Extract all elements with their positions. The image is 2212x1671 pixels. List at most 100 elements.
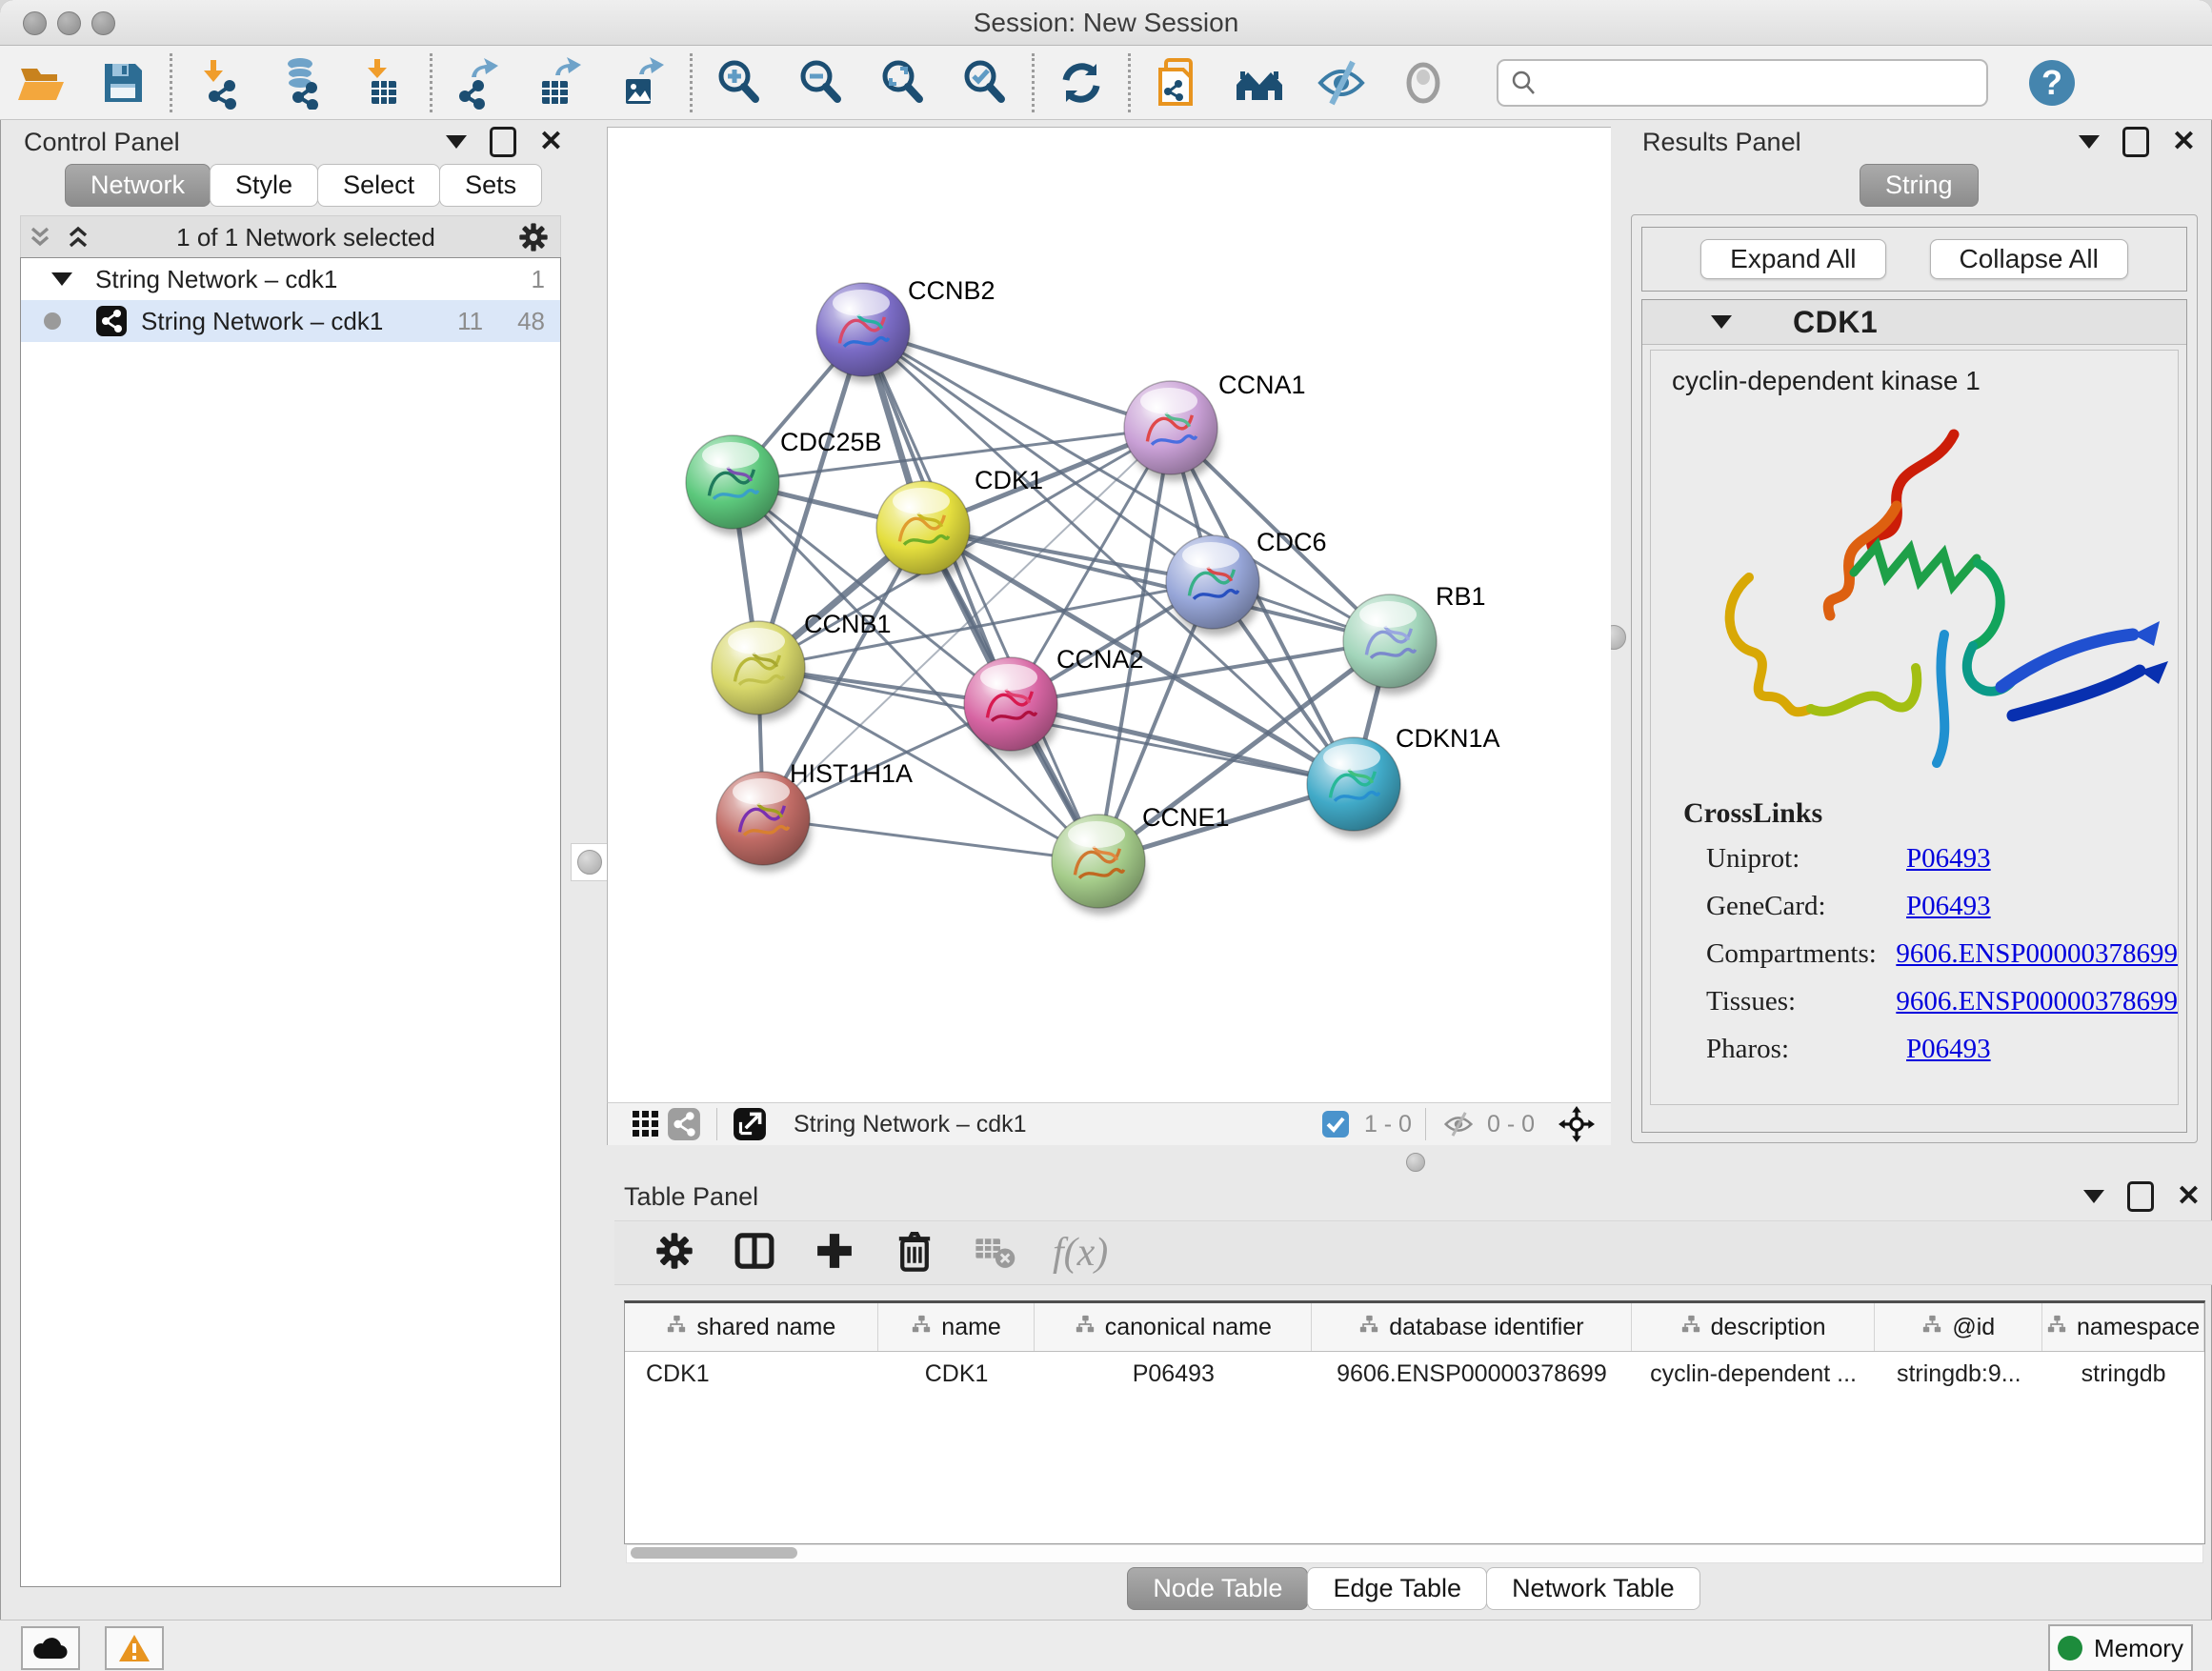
close-panel-icon[interactable]: ✕ <box>539 130 563 154</box>
zoom-in-button[interactable] <box>698 53 780 112</box>
cloud-button[interactable] <box>21 1626 80 1670</box>
node-CCNE1[interactable] <box>1052 815 1146 915</box>
float-panel-icon[interactable] <box>2122 127 2149 157</box>
column-header-name[interactable]: name <box>878 1303 1036 1351</box>
memory-button[interactable]: Memory <box>2048 1624 2193 1671</box>
add-column-button[interactable] <box>813 1229 856 1278</box>
column-header-shared-name[interactable]: shared name <box>625 1303 878 1351</box>
collapse-triangle-icon[interactable] <box>1711 315 1732 329</box>
export-image-button[interactable] <box>602 53 684 112</box>
edge-HIST1H1A-CCNE1[interactable] <box>763 818 1098 861</box>
node-CCNA2[interactable] <box>964 657 1058 757</box>
export-table-button[interactable] <box>520 53 602 112</box>
tab-sets[interactable]: Sets <box>439 164 542 207</box>
show-columns-button[interactable] <box>733 1229 776 1278</box>
crosslink-link-uniprot-[interactable]: P06493 <box>1906 843 1991 875</box>
edge-CCNA2-CDKN1A[interactable] <box>1011 704 1354 784</box>
zoom-out-button[interactable] <box>780 53 862 112</box>
tab-string[interactable]: String <box>1860 164 1979 207</box>
search-input[interactable] <box>1538 63 1986 103</box>
column-header-canonical-name[interactable]: canonical name <box>1035 1303 1312 1351</box>
expand-all-icon[interactable] <box>59 219 97 255</box>
network-row-selected[interactable]: String Network – cdk1 11 48 <box>21 300 560 342</box>
column-header-database-identifier[interactable]: database identifier <box>1312 1303 1632 1351</box>
houses-button[interactable] <box>1218 53 1300 112</box>
delete-column-button[interactable] <box>893 1229 936 1278</box>
warnings-button[interactable] <box>105 1626 164 1670</box>
import-table-button[interactable] <box>342 53 424 112</box>
column-header-description[interactable]: description <box>1632 1303 1876 1351</box>
node-CDK1[interactable] <box>876 481 971 581</box>
tab-network-table[interactable]: Network Table <box>1486 1567 1700 1610</box>
show-all-button[interactable] <box>1382 53 1464 112</box>
node-CDC6[interactable] <box>1166 535 1260 635</box>
network-share-badge-icon[interactable] <box>665 1106 703 1142</box>
open-session-button[interactable] <box>0 53 82 112</box>
pan-crosshair-icon[interactable] <box>1558 1106 1596 1142</box>
node-table[interactable]: shared namenamecanonical namedatabase id… <box>624 1300 2205 1544</box>
export-network-button[interactable] <box>438 53 520 112</box>
node-CCNB1[interactable] <box>712 621 806 721</box>
zoom-fit-button[interactable] <box>862 53 944 112</box>
cell-database-identifier[interactable]: 9606.ENSP00000378699 <box>1312 1352 1632 1396</box>
save-session-button[interactable] <box>82 53 164 112</box>
protein-section-header[interactable]: CDK1 <box>1642 300 2186 345</box>
float-panel-icon[interactable] <box>490 127 516 157</box>
crosslink-link-pharos-[interactable]: P06493 <box>1906 1034 1991 1065</box>
cell-description[interactable]: cyclin-dependent ... <box>1632 1352 1876 1396</box>
cell--id[interactable]: stringdb:9... <box>1875 1352 2042 1396</box>
node-RB1[interactable] <box>1343 594 1438 695</box>
horizontal-scrollbar[interactable] <box>626 1544 2203 1563</box>
network-graph[interactable]: CCNB2CCNA1CDC25BCDK1CDC6RB1CCNB1CCNA2CDK… <box>608 128 1611 1103</box>
gear-icon[interactable] <box>514 219 553 255</box>
network-tree: String Network – cdk1 1 String Network –… <box>20 257 561 1587</box>
tab-node-table[interactable]: Node Table <box>1127 1567 1308 1610</box>
tab-edge-table[interactable]: Edge Table <box>1307 1567 1487 1610</box>
import-network-file-button[interactable] <box>178 53 260 112</box>
selected-checkbox-icon[interactable] <box>1317 1106 1355 1142</box>
collapse-all-icon[interactable] <box>21 219 59 255</box>
tab-style[interactable]: Style <box>210 164 318 207</box>
cell-canonical-name[interactable]: P06493 <box>1036 1352 1313 1396</box>
float-panel-icon[interactable] <box>2127 1181 2154 1212</box>
import-network-database-button[interactable] <box>260 53 342 112</box>
help-button[interactable]: ? <box>2011 53 2093 112</box>
cell-namespace[interactable]: stringdb <box>2042 1352 2204 1396</box>
crosslink-link-tissues-[interactable]: 9606.ENSP00000378699 <box>1896 986 2178 1017</box>
column-header-namespace[interactable]: namespace <box>2042 1303 2204 1351</box>
cell-shared-name[interactable]: CDK1 <box>625 1352 878 1396</box>
crosslink-link-compartments-[interactable]: 9606.ENSP00000378699 <box>1896 938 2178 970</box>
tab-network[interactable]: Network <box>65 164 211 207</box>
function-builder-button[interactable]: f(x) <box>1053 1230 1108 1276</box>
refresh-button[interactable] <box>1040 53 1122 112</box>
collapse-triangle-icon[interactable] <box>51 272 72 286</box>
panel-menu-icon[interactable] <box>2083 1190 2104 1203</box>
hide-selected-button[interactable] <box>1300 53 1382 112</box>
tab-select[interactable]: Select <box>317 164 440 207</box>
network-collection-row[interactable]: String Network – cdk1 1 <box>21 258 560 300</box>
node-CDC25B[interactable] <box>686 435 780 535</box>
splitter-handle-bottom[interactable] <box>1398 1151 1433 1174</box>
delete-table-button[interactable] <box>973 1229 1016 1278</box>
zoom-selected-button[interactable] <box>944 53 1026 112</box>
network-canvas[interactable]: CCNB2CCNA1CDC25BCDK1CDC6RB1CCNB1CCNA2CDK… <box>607 127 1611 1104</box>
grid-view-icon[interactable] <box>627 1106 665 1142</box>
splitter-handle-left[interactable] <box>571 843 608 881</box>
table-settings-button[interactable] <box>653 1229 696 1278</box>
table-row[interactable]: CDK1CDK1P064939606.ENSP00000378699cyclin… <box>625 1352 2204 1396</box>
duplicate-network-button[interactable] <box>1136 53 1218 112</box>
collapse-all-button[interactable]: Collapse All <box>1930 239 2128 279</box>
node-CCNA1[interactable] <box>1124 381 1218 481</box>
panel-menu-icon[interactable] <box>446 135 467 149</box>
cell-name[interactable]: CDK1 <box>878 1352 1036 1396</box>
column-header--id[interactable]: @id <box>1875 1303 2042 1351</box>
crosslink-link-genecard-[interactable]: P06493 <box>1906 891 1991 922</box>
detach-view-icon[interactable] <box>731 1106 769 1142</box>
close-panel-icon[interactable]: ✕ <box>2172 130 2196 154</box>
close-panel-icon[interactable]: ✕ <box>2177 1184 2201 1209</box>
search-box[interactable] <box>1497 59 1988 107</box>
scrollbar-thumb[interactable] <box>631 1547 797 1559</box>
node-CDKN1A[interactable] <box>1307 737 1401 837</box>
expand-all-button[interactable]: Expand All <box>1700 239 1885 279</box>
panel-menu-icon[interactable] <box>2079 135 2100 149</box>
